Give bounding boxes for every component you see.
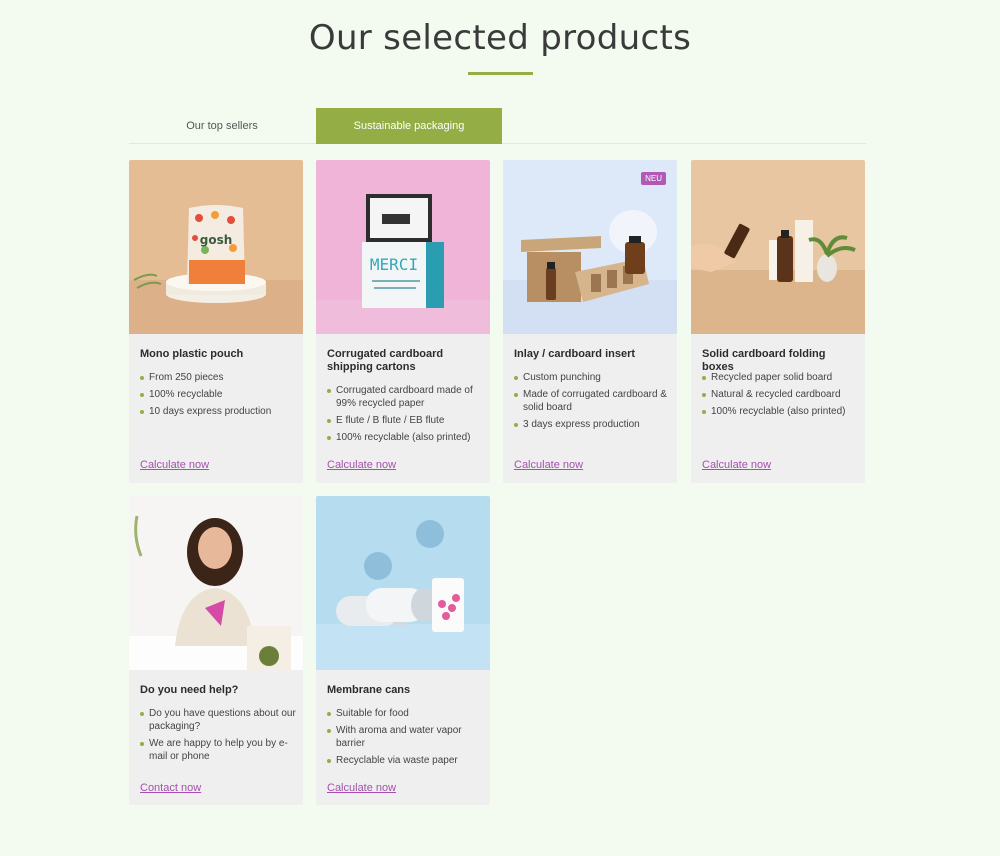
feature-list: Recycled paper solid board Natural & rec… xyxy=(702,371,860,422)
tab-bar: Our top sellers Sustainable packaging xyxy=(129,108,866,144)
feature-item: We are happy to help you by e-mail or ph… xyxy=(140,737,298,763)
feature-item: Suitable for food xyxy=(327,707,485,720)
feature-item: From 250 pieces xyxy=(140,371,298,384)
page-title: Our selected products xyxy=(308,18,692,58)
feature-item: Recyclable via waste paper xyxy=(327,754,485,767)
feature-item: Natural & recycled cardboard xyxy=(702,388,860,401)
tab-sustainable-packaging[interactable]: Sustainable packaging xyxy=(316,108,502,144)
carton-print-text: MERCI xyxy=(370,255,418,274)
card-title: Membrane cans xyxy=(327,684,411,696)
new-badge: NEU xyxy=(641,172,666,185)
feature-list: Suitable for food With aroma and water v… xyxy=(327,707,485,771)
feature-item: 100% recyclable (also printed) xyxy=(327,431,485,444)
feature-item: Custom punching xyxy=(514,371,672,384)
product-image-cartons: MERCI xyxy=(316,160,490,334)
product-card-folding-boxes: Solid cardboard folding boxes Recycled p… xyxy=(691,160,865,483)
feature-list: Do you have questions about our packagin… xyxy=(140,707,298,767)
tab-top-sellers[interactable]: Our top sellers xyxy=(129,108,315,144)
feature-item: Corrugated cardboard made of 99% recycle… xyxy=(327,384,485,410)
card-title: Inlay / cardboard insert xyxy=(514,348,636,360)
product-card-mono-plastic-pouch: gosh Mono plastic pouch From 250 pieces … xyxy=(129,160,303,483)
help-image-consultant xyxy=(129,496,303,670)
feature-item: With aroma and water vapor barrier xyxy=(327,724,485,750)
product-image-folding-boxes xyxy=(691,160,865,334)
product-image-pouch: gosh xyxy=(129,160,303,334)
feature-item: Do you have questions about our packagin… xyxy=(140,707,298,733)
calculate-now-link[interactable]: Calculate now xyxy=(702,459,771,471)
card-title: Mono plastic pouch xyxy=(140,348,244,360)
pouch-logo-text: gosh xyxy=(200,233,233,247)
contact-now-link[interactable]: Contact now xyxy=(140,782,201,794)
calculate-now-link[interactable]: Calculate now xyxy=(327,782,396,794)
product-image-inlay: NEU xyxy=(503,160,677,334)
calculate-now-link[interactable]: Calculate now xyxy=(140,459,209,471)
feature-item: 3 days express production xyxy=(514,418,672,431)
feature-item: 100% recyclable xyxy=(140,388,298,401)
product-card-inlay-insert: NEU Inlay / cardboard insert Custom punc… xyxy=(503,160,677,483)
feature-item: Recycled paper solid board xyxy=(702,371,860,384)
feature-list: Corrugated cardboard made of 99% recycle… xyxy=(327,384,485,448)
product-card-shipping-cartons: MERCI Corrugated cardboard shipping cart… xyxy=(316,160,490,483)
feature-item: 100% recyclable (also printed) xyxy=(702,405,860,418)
feature-item: 10 days express production xyxy=(140,405,298,418)
product-image-membrane-cans xyxy=(316,496,490,670)
card-title: Corrugated cardboard shipping cartons xyxy=(327,348,444,373)
feature-item: E flute / B flute / EB flute xyxy=(327,414,485,427)
feature-list: From 250 pieces 100% recyclable 10 days … xyxy=(140,371,298,422)
calculate-now-link[interactable]: Calculate now xyxy=(327,459,396,471)
card-title: Do you need help? xyxy=(140,684,239,696)
feature-item: Made of corrugated cardboard & solid boa… xyxy=(514,388,672,414)
feature-list: Custom punching Made of corrugated cardb… xyxy=(514,371,672,435)
product-card-membrane-cans: Membrane cans Suitable for food With aro… xyxy=(316,496,490,805)
calculate-now-link[interactable]: Calculate now xyxy=(514,459,583,471)
title-underline xyxy=(468,72,533,75)
help-card: Do you need help? Do you have questions … xyxy=(129,496,303,805)
